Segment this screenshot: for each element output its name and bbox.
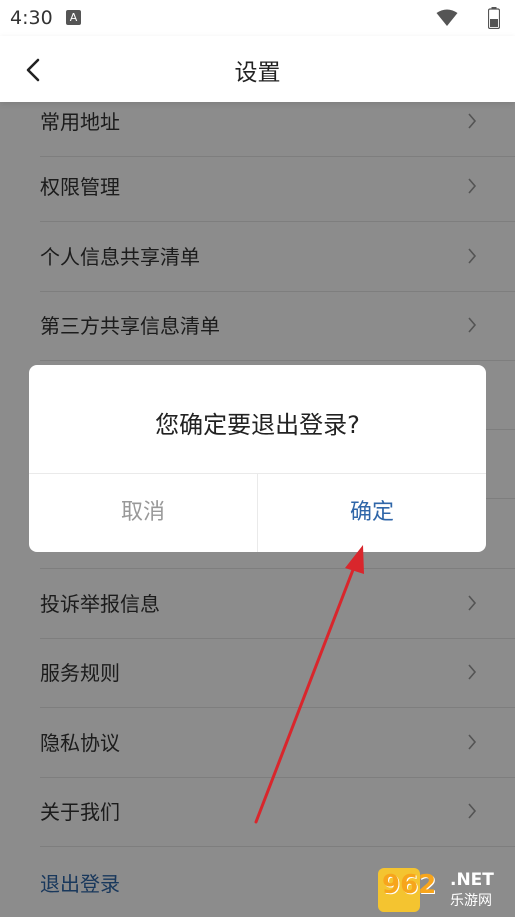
status-bar: 4:30 A <box>0 0 515 36</box>
watermark-suffix: .NET <box>450 870 494 890</box>
site-watermark-logo: 962 .NET 乐游网 <box>378 866 513 914</box>
wifi-icon <box>436 9 458 26</box>
watermark-number: 962 <box>382 870 437 900</box>
cancel-button[interactable]: 取消 <box>29 474 257 552</box>
watermark-caption: 乐游网 <box>450 893 492 909</box>
notification-a-icon: A <box>66 10 81 25</box>
app-bar: 设置 <box>0 36 515 102</box>
dialog-message: 您确定要退出登录? <box>155 411 360 439</box>
confirm-button[interactable]: 确定 <box>258 474 486 552</box>
battery-icon <box>488 7 500 29</box>
page-title: 设置 <box>234 60 281 86</box>
logout-confirm-dialog: 您确定要退出登录? 取消 确定 <box>29 365 486 552</box>
status-time: 4:30 <box>10 7 53 29</box>
